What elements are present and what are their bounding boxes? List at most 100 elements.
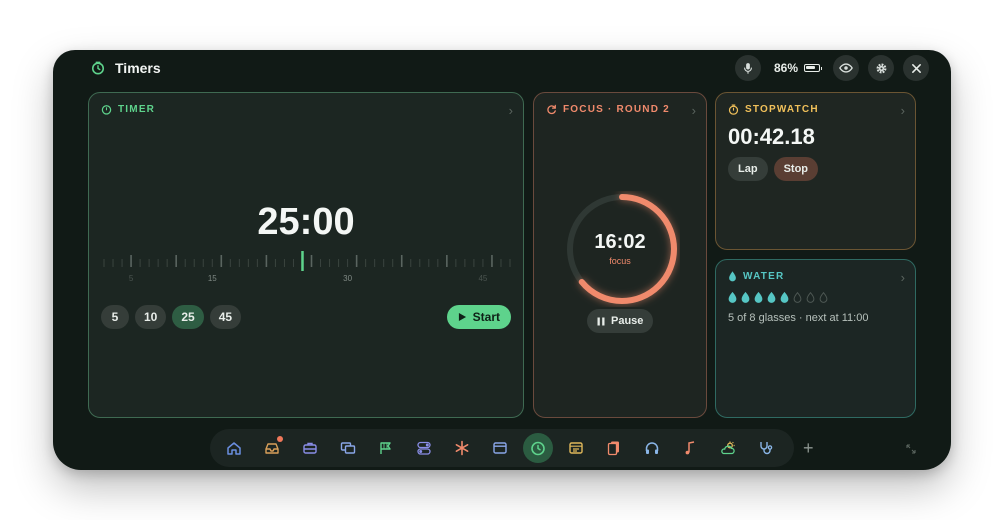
stopwatch-icon — [728, 104, 739, 115]
add-button[interactable]: + — [803, 438, 814, 459]
stopwatch-value: 00:42.18 — [728, 124, 815, 149]
pause-icon — [597, 317, 605, 325]
start-label: Start — [472, 310, 500, 324]
water-drop-filled-icon[interactable] — [728, 292, 737, 303]
focus-card[interactable]: FOCUS · ROUND 2 › 16:02 focus Pause — [533, 92, 707, 418]
chevron-right-icon[interactable]: › — [901, 270, 905, 285]
pause-label: Pause — [611, 315, 644, 327]
dock-item-home[interactable] — [219, 433, 249, 463]
battery-status: 86% — [770, 61, 824, 75]
water-card[interactable]: WATER › 5 of 8 glasses · next at 11:00 — [715, 259, 916, 418]
scale-label: 5 — [129, 274, 134, 281]
timer-icon — [531, 441, 545, 456]
preset-group: 5 10 25 45 — [101, 305, 242, 329]
water-drop-filled-icon[interactable] — [767, 292, 776, 303]
timer-card-title: TIMER — [101, 104, 155, 115]
close-button[interactable] — [903, 55, 929, 81]
preset-10-button[interactable]: 10 — [135, 305, 167, 329]
notes-icon — [569, 442, 583, 454]
chevron-right-icon[interactable]: › — [901, 103, 905, 118]
browser-icon — [493, 442, 507, 454]
preset-25-button[interactable]: 25 — [172, 305, 204, 329]
water-drop-empty-icon[interactable] — [806, 292, 815, 303]
eye-icon — [839, 63, 853, 73]
water-status: 5 of 8 glasses · next at 11:00 — [728, 312, 869, 324]
timer-icon — [91, 61, 105, 75]
settings-button[interactable] — [868, 55, 894, 81]
focus-mode-label: focus — [609, 256, 631, 266]
briefcase-icon — [303, 442, 317, 454]
water-glasses[interactable] — [728, 292, 828, 303]
pause-button[interactable]: Pause — [587, 309, 654, 333]
app-title: Timers — [91, 50, 161, 86]
timer-icon — [101, 105, 112, 115]
stopwatch-card-title: STOPWATCH — [728, 104, 819, 115]
dock-item-toggles[interactable] — [409, 433, 439, 463]
lap-button[interactable]: Lap — [728, 157, 768, 181]
water-drop-icon — [729, 271, 736, 282]
visibility-button[interactable] — [833, 55, 859, 81]
timer-card[interactable]: TIMER › 25:00 5 15 30 45 5 10 25 45 Start — [88, 92, 524, 418]
timer-value: 25:00 — [257, 201, 355, 243]
scale-label: 30 — [343, 274, 352, 281]
battery-percent: 86% — [773, 61, 798, 75]
headphones-icon — [645, 442, 659, 454]
scale-label: 15 — [208, 274, 217, 281]
dock-item-timer[interactable] — [523, 433, 553, 463]
dock-item-inbox[interactable] — [257, 433, 287, 463]
weather-icon — [721, 441, 735, 455]
preset-5-button[interactable]: 5 — [101, 305, 129, 329]
start-button[interactable]: Start — [446, 305, 511, 329]
app-title-text: Timers — [115, 60, 161, 76]
dock-item-music-note[interactable] — [675, 433, 705, 463]
chevron-right-icon[interactable]: › — [692, 103, 696, 118]
focus-card-title: FOCUS · ROUND 2 — [546, 104, 670, 115]
water-drop-filled-icon[interactable] — [754, 292, 763, 303]
dock-item-browser[interactable] — [485, 433, 515, 463]
battery-icon — [804, 64, 822, 72]
water-drop-empty-icon[interactable] — [793, 292, 802, 303]
toggles-icon — [417, 441, 431, 455]
dock-item-flag[interactable] — [371, 433, 401, 463]
gear-icon — [876, 63, 886, 73]
refresh-icon — [547, 104, 556, 115]
timer-title-text: TIMER — [118, 104, 156, 115]
resize-icon[interactable] — [906, 444, 916, 454]
dock-item-cards[interactable] — [599, 433, 629, 463]
stopwatch-title-text: STOPWATCH — [745, 104, 819, 115]
stopwatch-card[interactable]: STOPWATCH › 00:42.18 Lap Stop — [715, 92, 916, 250]
dock-item-stethoscope[interactable] — [751, 433, 781, 463]
close-icon — [911, 63, 921, 73]
stop-button[interactable]: Stop — [773, 157, 819, 181]
water-drop-filled-icon[interactable] — [741, 292, 750, 303]
dock-item-weather[interactable] — [713, 433, 743, 463]
windows-icon — [340, 442, 356, 454]
dock-item-notes[interactable] — [561, 433, 591, 463]
asterisk-icon — [455, 440, 469, 456]
music-note-icon — [685, 441, 695, 455]
play-icon — [458, 312, 466, 322]
preset-45-button[interactable]: 45 — [209, 305, 242, 329]
minute-scale-slider[interactable]: 5 15 30 45 — [102, 251, 512, 281]
dock-item-asterisk[interactable] — [447, 433, 477, 463]
home-icon — [227, 442, 241, 455]
microphone-icon — [744, 63, 752, 74]
chevron-right-icon[interactable]: › — [509, 103, 513, 118]
flag-icon — [380, 442, 391, 454]
focus-title-text: FOCUS · ROUND 2 — [563, 104, 670, 115]
stethoscope-icon — [760, 442, 773, 455]
water-drop-filled-icon[interactable] — [780, 292, 789, 303]
water-title-text: WATER — [743, 271, 785, 282]
dock — [210, 429, 794, 467]
inbox-icon — [265, 443, 279, 454]
microphone-button[interactable] — [734, 55, 761, 81]
scale-label: 45 — [478, 274, 487, 281]
dock-item-briefcase[interactable] — [295, 433, 325, 463]
title-bar: Timers 86% — [53, 50, 951, 86]
water-drop-empty-icon[interactable] — [819, 292, 828, 303]
dock-item-headphones[interactable] — [637, 433, 667, 463]
water-card-title: WATER — [728, 271, 784, 282]
notification-dot — [277, 436, 283, 442]
dock-item-windows[interactable] — [333, 433, 363, 463]
focus-time: 16:02 — [594, 231, 646, 253]
